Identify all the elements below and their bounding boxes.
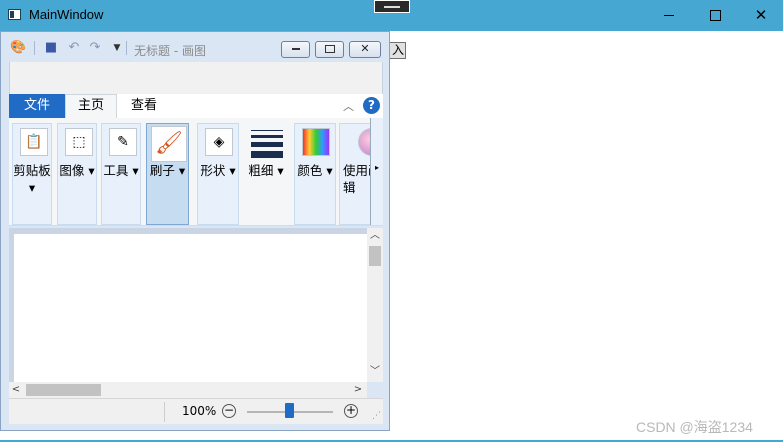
horizontal-scroll-thumb[interactable] (26, 384, 101, 396)
redo-icon[interactable]: ↷ (87, 40, 103, 56)
clipboard-label: 剪贴板 (13, 163, 51, 178)
ribbon-scroll-right-button[interactable]: ▸ (370, 118, 383, 225)
toolbar-separator (34, 41, 35, 55)
tab-home[interactable]: 主页 (65, 94, 117, 119)
window-icon (8, 9, 21, 20)
paint-window: 🎨 ■ ↶ ↷ ▼ 无标题 - 画图 ✕ 文件 主页 查看 ︿ ? 📋 剪贴板 … (0, 31, 390, 431)
brushes-label: 刷子 (149, 163, 175, 178)
shapes-label: 形状 (200, 163, 226, 178)
close-icon: ✕ (754, 6, 768, 24)
ribbon-header (9, 62, 383, 94)
chevron-up-icon[interactable]: ︿ (367, 230, 383, 242)
vertical-scrollbar[interactable]: ︿ ﹀ (367, 228, 383, 382)
status-bar: 100% − + ⋰ (9, 398, 383, 424)
canvas-area (9, 228, 367, 382)
brush-icon: 🖌 (151, 126, 187, 162)
ribbon-panel: 📋 剪贴板 ▾ ⬚ 图像 ▾ ✎ 工具 ▾ 🖌 刷子 ▾ ◈ 形状 ▾ 粗细 ▾… (9, 118, 383, 226)
colors-button[interactable]: 颜色 ▾ (294, 123, 336, 225)
chevron-down-icon[interactable]: ﹀ (367, 366, 383, 378)
image-label: 图像 (59, 163, 85, 178)
size-button[interactable]: 粗细 ▾ (244, 123, 288, 225)
zoom-slider-thumb[interactable] (285, 403, 294, 418)
paint-title: 无标题 - 画图 (134, 44, 206, 58)
save-icon[interactable]: ■ (43, 40, 59, 56)
tools-icon: ✎ (109, 128, 137, 156)
clipboard-button[interactable]: 📋 剪贴板 ▾ (12, 123, 52, 225)
chevron-left-icon[interactable]: < (9, 382, 23, 398)
paint-maximize-button[interactable] (315, 41, 344, 58)
chevron-up-icon[interactable]: ︿ (343, 98, 354, 114)
line-size-icon (251, 130, 283, 162)
clipboard-icon: 📋 (20, 128, 48, 156)
help-icon[interactable]: ? (363, 97, 380, 114)
tab-view[interactable]: 查看 (121, 94, 167, 118)
minimize-icon (291, 48, 300, 50)
paint-minimize-button[interactable] (281, 41, 310, 58)
size-label: 粗细 (248, 163, 274, 178)
resize-grip-icon[interactable]: ⋰ (372, 411, 381, 421)
chevron-right-icon[interactable]: > (351, 382, 365, 398)
status-separator (164, 402, 165, 422)
window-bottom-border (0, 440, 783, 442)
maximize-icon (709, 10, 721, 21)
maximize-button[interactable] (692, 0, 738, 31)
tools-label: 工具 (103, 163, 129, 178)
zoom-out-button[interactable]: − (222, 404, 236, 418)
paint-palette-icon[interactable]: 🎨 (10, 40, 26, 56)
color-palette-icon (302, 128, 330, 156)
minimize-button[interactable] (646, 0, 692, 31)
zoom-level: 100% (182, 404, 217, 418)
restore-icon (324, 45, 335, 53)
brushes-button[interactable]: 🖌 刷子 ▾ (146, 123, 189, 225)
drawing-canvas[interactable] (14, 234, 367, 382)
close-button[interactable]: ✕ (738, 0, 783, 31)
vertical-scroll-thumb[interactable] (369, 246, 381, 266)
zoom-in-button[interactable]: + (344, 404, 358, 418)
window-title: MainWindow (29, 7, 104, 22)
undo-icon[interactable]: ↶ (66, 40, 82, 56)
watermark: CSDN @海盗1234 (636, 419, 753, 435)
tools-button[interactable]: ✎ 工具 ▾ (101, 123, 141, 225)
ribbon-tabs: 文件 主页 查看 ︿ ? (9, 94, 383, 119)
chevron-down-icon[interactable]: ▼ (109, 40, 125, 56)
selection-icon: ⬚ (65, 128, 93, 156)
colors-label: 颜色 (297, 163, 323, 178)
paint-close-button[interactable]: ✕ (349, 41, 381, 58)
minimize-icon (664, 15, 674, 16)
image-button[interactable]: ⬚ 图像 ▾ (57, 123, 97, 225)
close-icon: ✕ (360, 42, 370, 55)
horizontal-scrollbar[interactable]: < > (9, 382, 367, 398)
shapes-button[interactable]: ◈ 形状 ▾ (197, 123, 239, 225)
tab-file[interactable]: 文件 (9, 94, 65, 118)
quick-access-toolbar: 🎨 ■ ↶ ↷ ▼ 无标题 - 画图 ✕ (1, 32, 389, 62)
shapes-icon: ◈ (205, 128, 233, 156)
drag-handle[interactable] (374, 0, 410, 13)
partial-button[interactable]: 入 (388, 42, 406, 59)
toolbar-separator (126, 41, 127, 55)
